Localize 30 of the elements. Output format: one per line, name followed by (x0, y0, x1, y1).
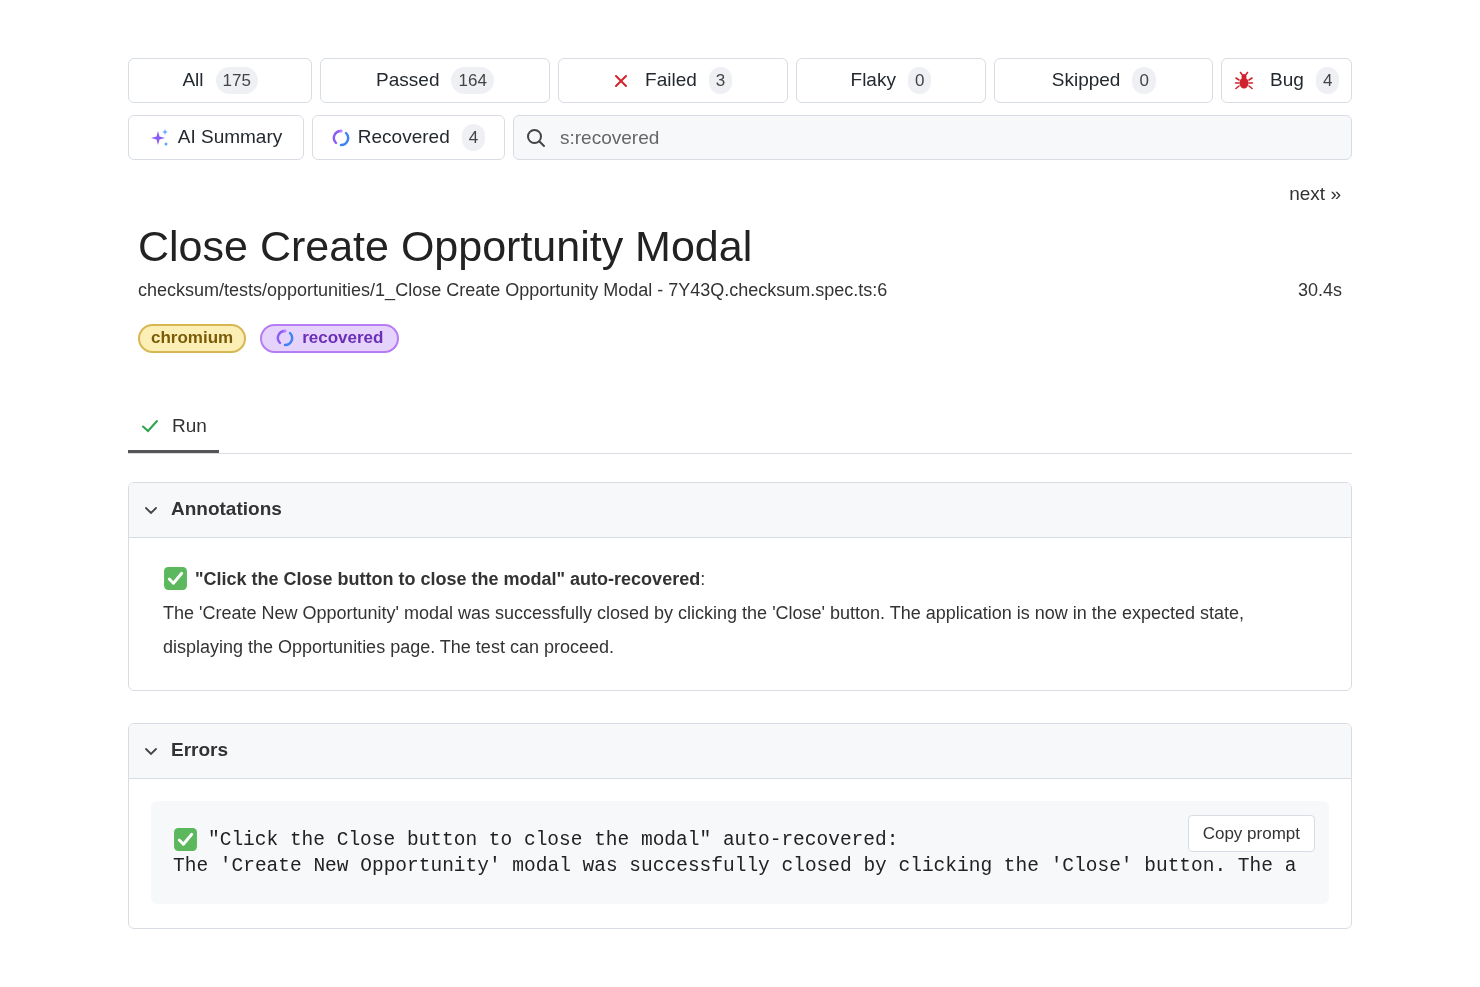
tag: recovered (260, 323, 400, 353)
test-path: checksum/tests/opportunities/1_Close Create Opportunity Modal - 7Y43Q.checksum.spec.ts:6 (138, 278, 888, 303)
count-badge: 3 (708, 66, 733, 95)
filter-button[interactable]: All 175 (128, 58, 313, 103)
test-duration: 30.4s (1297, 278, 1342, 302)
filter-button[interactable]: Flaky 0 (795, 58, 987, 103)
annotation-text: The 'Create New Opportunity' modal was successfully closed by clicking the 'Close' button. The application is now in the expected state, displaying the Opportunities page. The test can proceed. (163, 601, 1245, 659)
section-header[interactable]: Annotations (129, 482, 1351, 538)
search-field[interactable]: s:recovered (513, 115, 1352, 160)
error-line: The 'Create New Opportunity' modal was successfully closed by clicking the 'Close' button. The a (173, 853, 1297, 879)
count-badge: 4 (1315, 66, 1340, 95)
tab[interactable]: Run (128, 402, 219, 453)
annotation-heading: "Click the Close button to close the modal" auto-recovered: (195, 567, 706, 591)
error-line: "Click the Close button to close the modal" auto-recovered: (208, 827, 899, 853)
section-header[interactable]: Errors (129, 723, 1351, 779)
count-badge: 0 (1132, 66, 1156, 95)
filter-button[interactable]: Failed 3 (557, 58, 788, 103)
toolbar-button[interactable]: Recovered 4 (312, 115, 505, 160)
next-link[interactable]: next » (1289, 180, 1341, 209)
filter-button[interactable]: Passed 164 (320, 58, 550, 103)
count-badge: 175 (215, 66, 258, 95)
count-badge: 0 (907, 66, 932, 95)
count-badge: 164 (451, 66, 494, 95)
filter-button[interactable]: Skipped 0 (994, 58, 1214, 103)
tag: chromium (138, 323, 247, 353)
copy-prompt-button[interactable]: Copy prompt (1187, 814, 1315, 852)
test-title: Close Create Opportunity Modal (138, 220, 754, 272)
toolbar-button[interactable]: AI Summary (128, 115, 304, 160)
count-badge: 4 (461, 123, 486, 152)
filter-button[interactable]: Bug 4 (1221, 58, 1352, 103)
